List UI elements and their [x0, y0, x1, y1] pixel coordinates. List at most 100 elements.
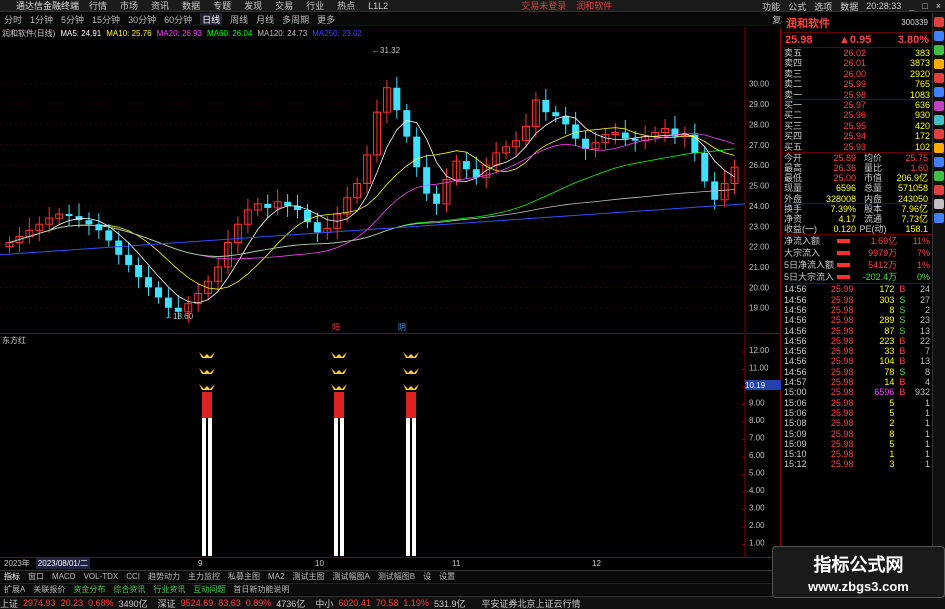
title-control[interactable]: □ [922, 1, 927, 11]
menu-item[interactable]: 数据 [182, 0, 200, 11]
month-label: 9 [198, 559, 203, 568]
index-name[interactable]: 中小 [315, 597, 333, 609]
menu-item[interactable]: L1L2 [368, 1, 388, 11]
extension-tab[interactable]: 关联报价 [33, 584, 65, 595]
indicator-tab[interactable]: 主力监控 [188, 571, 220, 582]
sidebar-tool-icon[interactable] [934, 59, 944, 69]
menu-item[interactable]: 专题 [213, 0, 231, 11]
index-value: 2974.93 [23, 598, 56, 608]
extension-tab[interactable]: 行业资讯 [153, 584, 185, 595]
title-control[interactable]: 选项 [814, 0, 832, 12]
period-tab[interactable]: 更多 [317, 13, 335, 25]
book-row[interactable]: 买一 25.97 636 [782, 100, 932, 110]
index-name[interactable]: 上证 [0, 597, 18, 609]
period-tab[interactable]: 月线 [256, 13, 274, 25]
indicator-legend: 东方红 [2, 335, 31, 346]
indicator-tab[interactable]: MACD [52, 572, 76, 581]
sidebar-tool-icon[interactable] [934, 213, 944, 223]
watermark-url: www.zbgs3.com [808, 578, 909, 594]
tick-volume: 8 [889, 305, 895, 315]
book-volume: 765 [914, 79, 930, 90]
sidebar-tool-icon[interactable] [934, 87, 944, 97]
tick-volume: 172 [879, 284, 895, 295]
red-items: 交易未登录 润和软件 [521, 0, 622, 11]
book-row[interactable]: 卖二 25.99 765 [782, 79, 932, 89]
ind-tick: 10.19 [745, 381, 766, 390]
sidebar-tool-icon[interactable] [934, 199, 944, 209]
extension-tab[interactable]: 资金分布 [73, 584, 105, 595]
indicator-tab[interactable]: 指标 [4, 571, 20, 582]
period-tab[interactable]: 日线 [200, 13, 223, 25]
sidebar-tool-icon[interactable] [934, 101, 944, 111]
menu-item[interactable]: 交易 [275, 0, 293, 11]
red-menu-item[interactable]: 交易未登录 [521, 1, 566, 11]
menu-item[interactable]: 发现 [244, 0, 262, 11]
book-row[interactable]: 卖一 25.98 1083 [782, 90, 932, 100]
indicator-tab[interactable]: 测试幅图A [332, 571, 369, 582]
menu-item[interactable]: 市场 [120, 0, 138, 11]
sidebar-tool-icon[interactable] [934, 157, 944, 167]
stock-name: 润和软件 [786, 17, 830, 30]
period-tab[interactable]: 1分钟 [30, 13, 53, 25]
sidebar-tool-icon[interactable] [934, 185, 944, 195]
period-tab[interactable]: 30分钟 [128, 13, 156, 25]
sidebar-tool-icon[interactable] [934, 31, 944, 41]
menu-item[interactable]: 热点 [337, 0, 355, 11]
tick-time: 14:56 [784, 284, 807, 295]
sidebar-tool-icon[interactable] [934, 45, 944, 55]
indicator-tab[interactable]: 窗口 [28, 571, 44, 582]
menu-item[interactable]: 行情 [89, 0, 107, 11]
sidebar-tool-icon[interactable] [934, 115, 944, 125]
book-row[interactable]: 买三 25.95 420 [782, 121, 932, 131]
title-control[interactable]: 数据 [840, 0, 858, 12]
book-row[interactable]: 卖四 26.01 3873 [782, 58, 932, 68]
indicator-tab[interactable]: MA2 [268, 572, 284, 581]
indicator-tab[interactable]: 私募主图 [228, 571, 260, 582]
period-tab[interactable]: 多周期 [282, 13, 309, 25]
sidebar-tool-icon[interactable] [934, 129, 944, 139]
extension-tab[interactable]: 互动问题 [193, 584, 225, 595]
indicator-chart[interactable]: 12.00 11.00 10.19 9.00 8.00 7.00 6.00 5.00 4.00 3… [0, 333, 781, 558]
tick-side: B [899, 346, 906, 357]
indicator-tab[interactable]: 设 [423, 571, 431, 582]
indicator-tab[interactable]: CCI [126, 572, 140, 581]
indicator-tab[interactable]: 测试幅图B [378, 571, 415, 582]
title-control[interactable]: _ [909, 1, 914, 11]
index-name[interactable]: 深证 [158, 597, 176, 609]
menu-item[interactable]: 资讯 [151, 0, 169, 11]
book-row[interactable]: 买五 25.93 102 [782, 142, 932, 152]
title-control[interactable]: × [936, 1, 941, 11]
sidebar-tool-icon[interactable] [934, 143, 944, 153]
menu-item[interactable]: 行业 [306, 0, 324, 11]
period-tab[interactable]: 5分钟 [61, 13, 84, 25]
tick-time: 14:56 [784, 335, 807, 346]
book-row[interactable]: 买四 25.94 172 [782, 131, 932, 141]
kline-chart[interactable]: 30.00 29.00 28.00 27.00 26.00 25.00 24.00 23.00… [0, 27, 781, 332]
extension-tab[interactable]: 综合资讯 [113, 584, 145, 595]
extension-tab[interactable]: 首日新功能说明 [233, 584, 289, 595]
indicator-tab[interactable]: VOL-TDX [84, 572, 119, 581]
title-control[interactable]: 20:28:33 [866, 1, 901, 11]
period-tab[interactable]: 60分钟 [164, 13, 192, 25]
period-tab[interactable]: 周线 [230, 13, 248, 25]
sidebar-tool-icon[interactable] [934, 17, 944, 27]
sidebar-tool-icon[interactable] [934, 171, 944, 181]
period-tab[interactable]: 15分钟 [92, 13, 120, 25]
sidebar-tool-icon[interactable] [934, 73, 944, 83]
title-control[interactable]: 功能 [762, 0, 780, 12]
indicator-tab[interactable]: 趋势动力 [148, 571, 180, 582]
tick-price: 25.99 [830, 284, 854, 295]
tick-count: 8 [924, 366, 930, 377]
crown-icon [403, 368, 419, 374]
book-row[interactable]: 卖五 26.02 383 [782, 48, 932, 58]
quote-label: 总量 [863, 183, 882, 194]
red-menu-item[interactable]: 润和软件 [576, 1, 612, 11]
indicator-tab[interactable]: 设置 [439, 571, 455, 582]
title-control[interactable]: 公式 [788, 0, 806, 12]
book-row[interactable]: 买二 25.96 930 [782, 110, 932, 120]
indicator-tab[interactable]: 测试主图 [292, 571, 324, 582]
period-tab[interactable]: 分时 [4, 13, 22, 25]
extension-tab[interactable]: 扩展A [4, 584, 25, 595]
candle-body [284, 201, 292, 206]
book-row[interactable]: 卖三 26.00 2920 [782, 69, 932, 79]
